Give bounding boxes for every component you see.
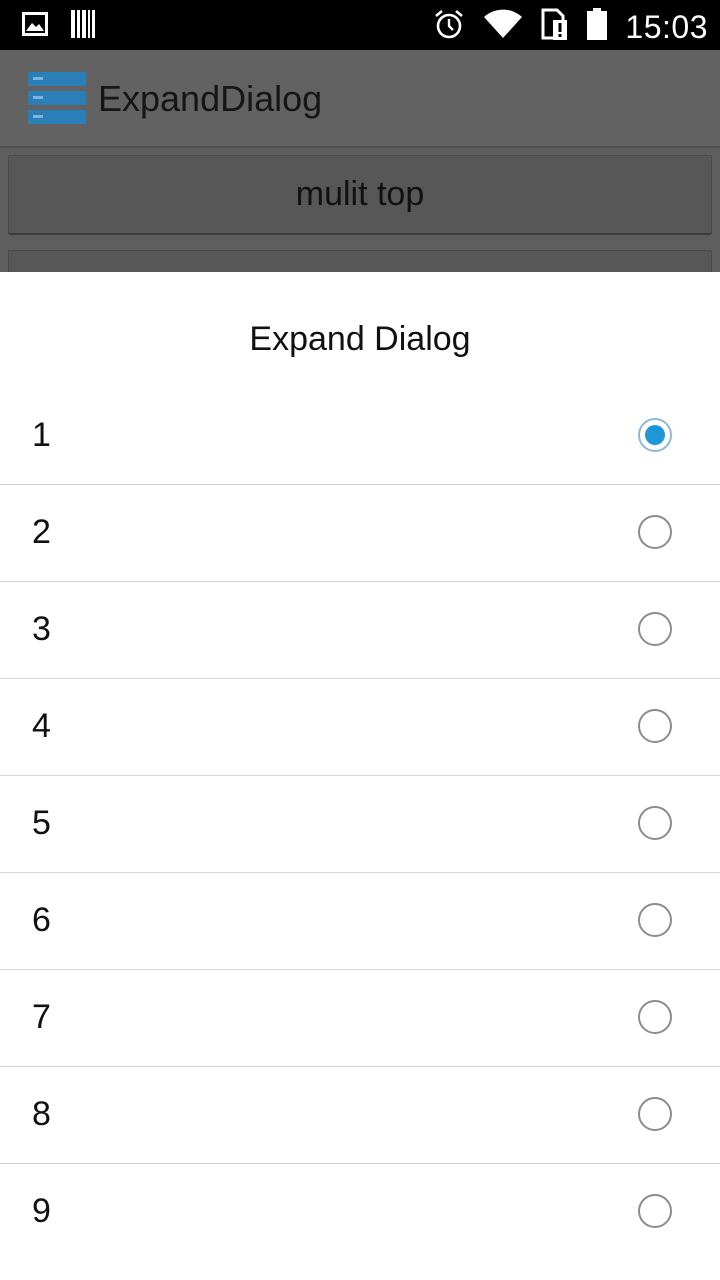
barcode-icon <box>70 10 96 43</box>
radio-button[interactable] <box>638 418 672 452</box>
radio-button[interactable] <box>638 515 672 549</box>
option-row[interactable]: 7 <box>0 970 720 1067</box>
option-label: 9 <box>32 1192 51 1230</box>
option-row[interactable]: 8 <box>0 1067 720 1164</box>
option-label: 2 <box>32 513 51 551</box>
option-label: 8 <box>32 1095 51 1133</box>
dialog-title: Expand Dialog <box>249 320 471 358</box>
server-stack-icon <box>28 72 86 129</box>
mulit-top-button[interactable]: mulit top <box>8 155 712 235</box>
system-icons: 15:03 <box>433 8 708 45</box>
radio-button[interactable] <box>638 612 672 646</box>
option-label: 1 <box>32 416 51 454</box>
option-label: 5 <box>32 804 51 842</box>
radio-button[interactable] <box>638 806 672 840</box>
expand-dialog: Expand Dialog 1 2 3 4 5 6 7 8 9 <box>0 272 720 1280</box>
option-row[interactable]: 3 <box>0 582 720 679</box>
option-row[interactable]: 2 <box>0 485 720 582</box>
radio-button[interactable] <box>638 903 672 937</box>
option-label: 6 <box>32 901 51 939</box>
picture-icon <box>22 12 48 41</box>
app-bar: ExpandDialog <box>0 50 720 148</box>
option-row[interactable]: 4 <box>0 679 720 776</box>
radio-button[interactable] <box>638 1000 672 1034</box>
option-label: 4 <box>32 707 51 745</box>
alarm-icon <box>433 8 465 45</box>
radio-button[interactable] <box>638 709 672 743</box>
option-label: 3 <box>32 610 51 648</box>
option-row[interactable]: 5 <box>0 776 720 873</box>
option-label: 7 <box>32 998 51 1036</box>
notification-icons <box>22 10 96 43</box>
wifi-icon <box>483 9 523 44</box>
option-row[interactable]: 9 <box>0 1164 720 1260</box>
option-row[interactable]: 1 <box>0 388 720 485</box>
clock-time: 15:03 <box>625 8 708 45</box>
option-list: 1 2 3 4 5 6 7 8 9 <box>0 388 720 1260</box>
battery-icon <box>587 8 608 45</box>
radio-button[interactable] <box>638 1097 672 1131</box>
app-title: ExpandDialog <box>98 78 323 119</box>
option-row[interactable]: 6 <box>0 873 720 970</box>
mulit-top-button-label: mulit top <box>295 175 425 213</box>
status-bar: 15:03 <box>0 0 720 50</box>
sim-alert-icon <box>541 8 569 45</box>
radio-button[interactable] <box>638 1194 672 1228</box>
